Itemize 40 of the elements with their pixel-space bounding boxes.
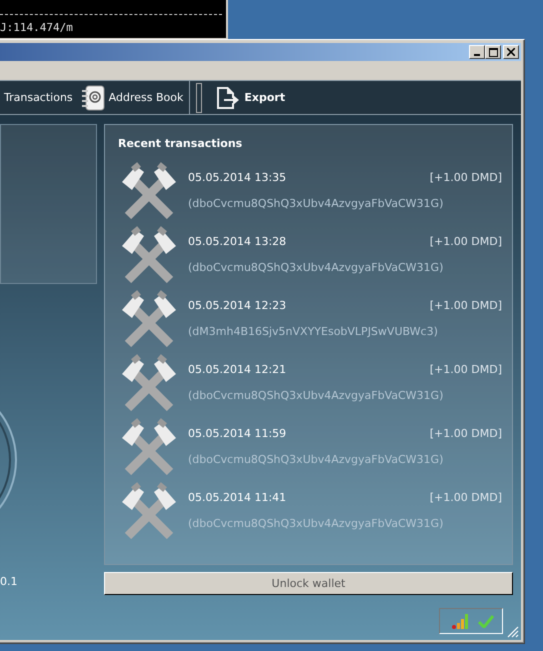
- crossed-hammers-icon: [120, 354, 178, 412]
- crossed-hammers-icon: [120, 418, 178, 476]
- transaction-amount: [+1.00 DMD]: [430, 427, 502, 440]
- crossed-hammers-icon: [120, 226, 178, 284]
- toolbar-button[interactable]: Address Book: [76, 82, 188, 112]
- crossed-hammers-icon: [120, 290, 178, 348]
- transaction-date: 05.05.2014 11:59: [188, 427, 286, 440]
- maximize-icon: [488, 48, 498, 56]
- transaction-date: 05.05.2014 12:21: [188, 363, 286, 376]
- signal-bars-icon: [452, 613, 470, 629]
- panel-title: Recent transactions: [118, 137, 244, 150]
- transaction-amount: [+1.00 DMD]: [430, 171, 502, 184]
- transaction-address: (dboCvcmu8QShQ3xUbv4AzvgyaFbVaCW31G): [188, 261, 444, 274]
- transaction-amount: [+1.00 DMD]: [430, 235, 502, 248]
- transaction-date: 05.05.2014 13:28: [188, 235, 286, 248]
- crossed-hammers-icon: [120, 482, 178, 540]
- close-icon: [507, 48, 515, 56]
- transaction-amount: [+1.00 DMD]: [430, 299, 502, 312]
- transaction-address: (dboCvcmu8QShQ3xUbv4AzvgyaFbVaCW31G): [188, 389, 444, 402]
- resize-grip-icon[interactable]: [507, 626, 519, 638]
- toolbar-button[interactable]: Transactions: [0, 82, 77, 112]
- console-output: J:114.474/m: [0, 21, 74, 34]
- unlock-wallet-button[interactable]: Unlock wallet: [104, 572, 513, 595]
- toolbar-button[interactable]: Export: [210, 82, 290, 112]
- transaction-address: (dboCvcmu8QShQ3xUbv4AzvgyaFbVaCW31G): [188, 517, 444, 530]
- address-book-icon: [80, 84, 105, 110]
- transaction-date: 05.05.2014 11:41: [188, 491, 286, 504]
- close-button[interactable]: [503, 45, 519, 59]
- transaction-amount: [+1.00 DMD]: [430, 491, 502, 504]
- crossed-hammers-icon: [120, 162, 178, 220]
- transaction-address: (dboCvcmu8QShQ3xUbv4AzvgyaFbVaCW31G): [188, 453, 444, 466]
- minimize-button[interactable]: [469, 45, 485, 59]
- transaction-address: (dM3mh4B16Sjv5nVXYYEsobVLPJSwVUBWc3): [188, 325, 439, 338]
- export-icon: [214, 84, 240, 110]
- maximize-button[interactable]: [485, 45, 501, 59]
- transaction-date: 05.05.2014 12:23: [188, 299, 286, 312]
- version-text: 0.1: [0, 575, 18, 588]
- transaction-address: (dboCvcmu8QShQ3xUbv4AzvgyaFbVaCW31G): [188, 197, 444, 210]
- transaction-amount: [+1.00 DMD]: [430, 363, 502, 376]
- transaction-date: 05.05.2014 13:35: [188, 171, 286, 184]
